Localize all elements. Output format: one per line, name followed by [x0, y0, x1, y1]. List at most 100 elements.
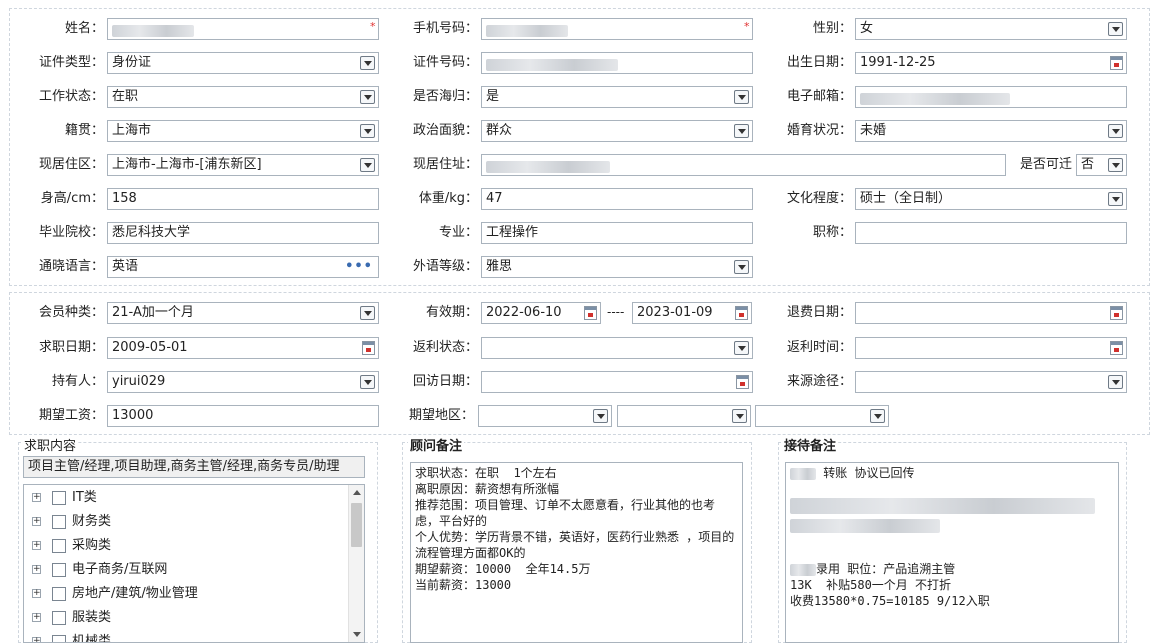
dropdown-arrow-icon[interactable] — [360, 56, 375, 70]
calendar-icon[interactable] — [584, 306, 597, 320]
calendar-icon[interactable] — [736, 375, 749, 389]
height-field[interactable]: 158 — [107, 188, 379, 210]
region-province-select[interactable] — [478, 405, 612, 427]
dropdown-arrow-icon[interactable] — [360, 306, 375, 320]
holder-select[interactable]: yirui029 — [107, 371, 379, 393]
checkbox-icon[interactable] — [52, 635, 66, 642]
political-label: 政治面貌： — [412, 123, 478, 138]
expand-plus-icon[interactable]: + — [32, 637, 41, 642]
redacted-text — [790, 497, 1095, 514]
name-field[interactable] — [107, 18, 379, 40]
native-place-select[interactable]: 上海市 — [107, 120, 379, 142]
dropdown-arrow-icon[interactable] — [1108, 192, 1123, 206]
lang-level-select[interactable]: 雅思 — [481, 256, 753, 278]
scroll-down-arrow-icon[interactable] — [353, 632, 361, 637]
phone-field[interactable] — [481, 18, 753, 40]
checkbox-icon[interactable] — [52, 611, 66, 625]
checkbox-icon[interactable] — [52, 491, 66, 505]
dropdown-arrow-icon[interactable] — [1108, 124, 1123, 138]
job-category-tree[interactable]: + IT类 + 财务类 + 采购类 + 电子商务/互联网 + 房地产/建筑/物业… — [23, 484, 365, 643]
more-dots-icon[interactable]: ••• — [345, 257, 373, 277]
salary-field[interactable]: 13000 — [107, 405, 379, 427]
scroll-up-arrow-icon[interactable] — [353, 490, 361, 495]
calendar-icon[interactable] — [735, 306, 748, 320]
visit-date-field[interactable] — [481, 371, 753, 393]
dropdown-arrow-icon[interactable] — [870, 409, 885, 423]
job-date-label: 求职日期： — [38, 340, 104, 355]
checkbox-icon[interactable] — [52, 563, 66, 577]
address-field[interactable] — [481, 154, 1006, 176]
calendar-icon[interactable] — [1110, 306, 1123, 320]
lang-level-label: 外语等级： — [412, 259, 478, 274]
id-number-field[interactable] — [481, 52, 753, 74]
reception-notes-title: 接待备注 — [782, 435, 839, 454]
region-city-select[interactable] — [617, 405, 751, 427]
calendar-icon[interactable] — [1110, 56, 1123, 70]
expand-plus-icon[interactable]: + — [32, 493, 41, 502]
education-select[interactable]: 硕士（全日制） — [855, 188, 1127, 210]
source-select[interactable] — [855, 371, 1127, 393]
birth-date-label: 出生日期： — [786, 55, 852, 70]
id-type-select[interactable]: 身份证 — [107, 52, 379, 74]
marital-label: 婚育状况： — [786, 123, 852, 138]
valid-from-field[interactable]: 2022-06-10 — [481, 302, 601, 324]
rebate-status-select[interactable] — [481, 337, 753, 359]
expand-plus-icon[interactable]: + — [32, 589, 41, 598]
birth-date-field[interactable]: 1991-12-25 — [855, 52, 1127, 74]
expand-plus-icon[interactable]: + — [32, 565, 41, 574]
returnee-select[interactable]: 是 — [481, 86, 753, 108]
weight-field[interactable]: 47 — [481, 188, 753, 210]
calendar-icon[interactable] — [362, 341, 375, 355]
dropdown-arrow-icon[interactable] — [360, 158, 375, 172]
dropdown-arrow-icon[interactable] — [1108, 158, 1123, 172]
job-date-field[interactable]: 2009-05-01 — [107, 337, 379, 359]
dropdown-arrow-icon[interactable] — [1108, 375, 1123, 389]
major-field[interactable]: 工程操作 — [481, 222, 753, 244]
dropdown-arrow-icon[interactable] — [734, 260, 749, 274]
checkbox-icon[interactable] — [52, 515, 66, 529]
school-field[interactable]: 悉尼科技大学 — [107, 222, 379, 244]
expand-plus-icon[interactable]: + — [32, 613, 41, 622]
dropdown-arrow-icon[interactable] — [360, 90, 375, 104]
residence-area-select[interactable]: 上海市-上海市-[浦东新区] — [107, 154, 379, 176]
marital-select[interactable]: 未婚 — [855, 120, 1127, 142]
political-select[interactable]: 群众 — [481, 120, 753, 142]
tree-scrollbar[interactable] — [348, 485, 364, 642]
dropdown-arrow-icon[interactable] — [734, 124, 749, 138]
native-place-label: 籍贯： — [64, 123, 104, 138]
redacted-text — [790, 467, 816, 480]
dropdown-arrow-icon[interactable] — [1108, 22, 1123, 36]
major-label: 专业： — [438, 225, 478, 240]
region-district-select[interactable] — [755, 405, 889, 427]
scroll-thumb[interactable] — [351, 503, 362, 547]
work-status-label: 工作状态： — [38, 89, 104, 104]
title-field[interactable] — [855, 222, 1127, 244]
reception-notes-textarea[interactable]: 转账 协议已回传 录用 职位：产品追溯主管 13K 补贴580一个月 不打折 收… — [785, 462, 1119, 643]
member-type-select[interactable]: 21-A加一个月 — [107, 302, 379, 324]
gender-select[interactable]: 女 — [855, 18, 1127, 40]
expand-plus-icon[interactable]: + — [32, 541, 41, 550]
dropdown-arrow-icon[interactable] — [360, 375, 375, 389]
consultant-notes-textarea[interactable]: 求职状态：在职 1个左右 离职原因：薪资想有所涨幅 推荐范围：项目管理、订单不太… — [410, 462, 743, 643]
dropdown-arrow-icon[interactable] — [734, 90, 749, 104]
checkbox-icon[interactable] — [52, 539, 66, 553]
dropdown-arrow-icon[interactable] — [734, 341, 749, 355]
rebate-time-field[interactable] — [855, 337, 1127, 359]
job-summary-field[interactable]: 项目主管/经理,项目助理,商务主管/经理,商务专员/助理 — [23, 456, 365, 478]
calendar-icon[interactable] — [1110, 341, 1123, 355]
valid-to-field[interactable]: 2023-01-09 — [632, 302, 752, 324]
relocate-select[interactable]: 否 — [1076, 154, 1127, 176]
expand-plus-icon[interactable]: + — [32, 517, 41, 526]
id-type-label: 证件类型： — [38, 55, 104, 70]
dropdown-arrow-icon[interactable] — [732, 409, 747, 423]
email-field[interactable] — [855, 86, 1127, 108]
phone-label: 手机号码： — [412, 21, 478, 36]
refund-date-field[interactable] — [855, 302, 1127, 324]
dropdown-arrow-icon[interactable] — [360, 124, 375, 138]
checkbox-icon[interactable] — [52, 587, 66, 601]
dropdown-arrow-icon[interactable] — [593, 409, 608, 423]
member-type-label: 会员种类： — [38, 305, 104, 320]
school-label: 毕业院校： — [38, 225, 104, 240]
work-status-select[interactable]: 在职 — [107, 86, 379, 108]
languages-field[interactable]: 英语 ••• — [107, 256, 379, 278]
